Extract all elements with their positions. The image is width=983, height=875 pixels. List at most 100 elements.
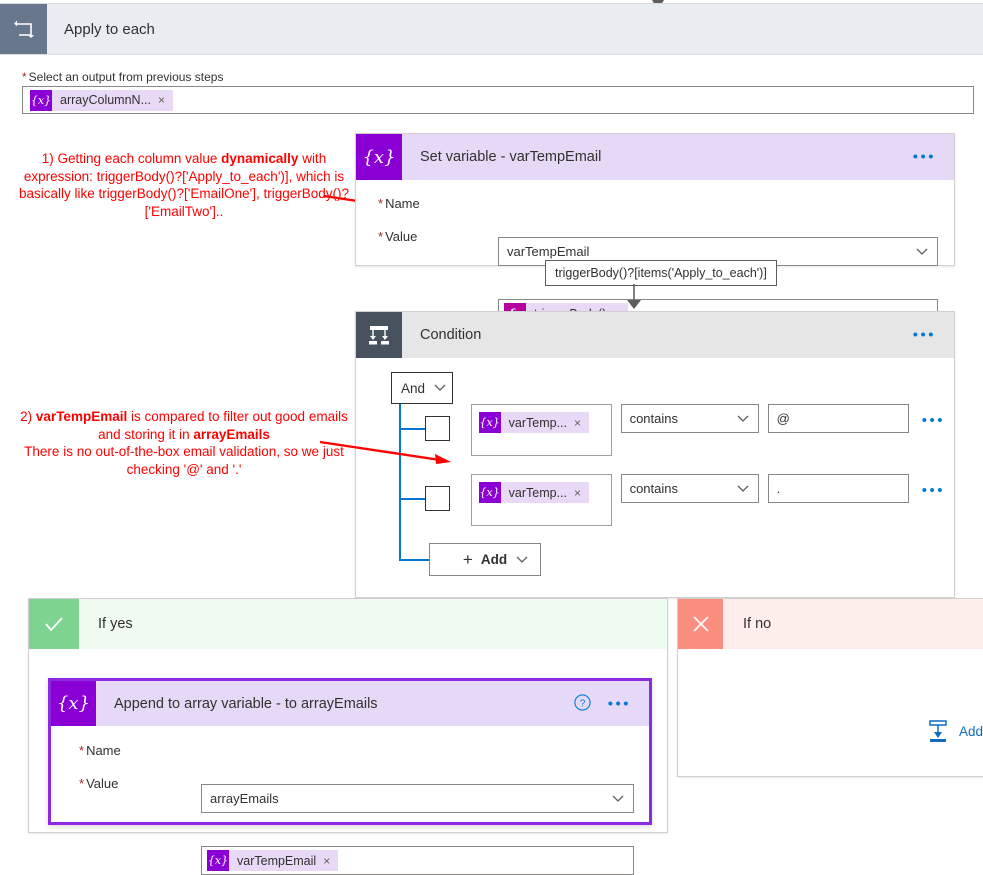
append-to-array-more-menu[interactable]: ••• bbox=[608, 696, 631, 711]
chevron-down-icon[interactable] bbox=[916, 248, 928, 256]
if-no-branch: If no Add a bbox=[677, 598, 983, 777]
condition-logic-operator-dropdown[interactable]: And bbox=[391, 372, 453, 404]
token-label: varTemp... bbox=[508, 415, 567, 430]
condition-more-menu[interactable]: ••• bbox=[913, 328, 936, 343]
note2-rest: There is no out-of-the-box email validat… bbox=[24, 444, 344, 477]
name-label-text: Name bbox=[385, 196, 420, 211]
set-variable-value-label: * Value bbox=[378, 229, 417, 244]
append-value-input[interactable]: {x} varTempEmail × bbox=[201, 846, 634, 875]
required-asterisk: * bbox=[378, 229, 384, 244]
chevron-down-icon[interactable] bbox=[737, 415, 749, 423]
condition-operator-value: contains bbox=[629, 481, 678, 496]
append-to-array-card[interactable]: {x} Append to array variable - to arrayE… bbox=[48, 678, 652, 875]
required-asterisk: * bbox=[79, 776, 85, 791]
variable-glyph: {x} bbox=[56, 693, 91, 714]
required-asterisk: * bbox=[378, 196, 384, 211]
token-label: arrayColumnN... bbox=[60, 93, 151, 107]
variable-icon: {x} bbox=[207, 850, 229, 871]
append-name-value: arrayEmails bbox=[210, 791, 279, 806]
token-label: varTemp... bbox=[508, 485, 567, 500]
condition-operand-input[interactable]: {x} varTemp... × bbox=[470, 474, 612, 526]
loop-icon bbox=[0, 4, 47, 54]
chevron-down-icon[interactable] bbox=[737, 485, 749, 493]
svg-text:?: ? bbox=[580, 698, 586, 709]
annotation-arrow-2 bbox=[319, 440, 451, 464]
remove-token-icon[interactable]: × bbox=[574, 486, 589, 500]
set-variable-name-label: * Name bbox=[378, 196, 420, 211]
append-to-array-title: Append to array variable - to arrayEmail… bbox=[114, 695, 378, 712]
append-name-label: * Name bbox=[79, 743, 121, 758]
chevron-down-icon[interactable] bbox=[612, 795, 624, 803]
vartempemail-token[interactable]: {x} varTemp... × bbox=[478, 482, 590, 503]
remove-token-icon[interactable]: × bbox=[158, 93, 173, 107]
condition-title: Condition bbox=[420, 327, 482, 343]
condition-value-input[interactable]: @ bbox=[767, 404, 909, 433]
add-action-link[interactable]: Add a bbox=[926, 719, 983, 743]
set-variable-header[interactable]: {x} Set variable - varTempEmail ••• bbox=[356, 134, 954, 180]
close-icon bbox=[678, 599, 723, 649]
annotation-note-2: 2) varTempEmail is compared to filter ou… bbox=[14, 408, 354, 478]
set-variable-more-menu[interactable]: ••• bbox=[913, 150, 936, 165]
note2-bold-1: varTempEmail bbox=[35, 409, 128, 424]
condition-value-input[interactable]: . bbox=[767, 474, 909, 503]
remove-token-icon[interactable]: × bbox=[574, 416, 589, 430]
add-condition-label: Add bbox=[480, 552, 508, 567]
append-to-array-header[interactable]: {x} Append to array variable - to arrayE… bbox=[51, 681, 649, 726]
set-variable-card[interactable]: {x} Set variable - varTempEmail ••• * Nam… bbox=[355, 133, 955, 328]
condition-row: {x} varTemp... × contains . ••• bbox=[425, 474, 945, 526]
name-label-text: Name bbox=[86, 743, 121, 758]
condition-row-checkbox[interactable] bbox=[425, 486, 450, 511]
array-column-token[interactable]: {x} arrayColumnN... × bbox=[30, 89, 174, 111]
condition-value-text: @ bbox=[776, 411, 790, 426]
condition-row-more-menu[interactable]: ••• bbox=[922, 483, 945, 498]
value-label-text: Value bbox=[86, 776, 119, 791]
annotation-note-1: 1) Getting each column value dynamically… bbox=[14, 150, 354, 220]
append-value-label: * Value bbox=[79, 776, 118, 791]
add-action-icon bbox=[929, 720, 947, 742]
condition-row-more-menu[interactable]: ••• bbox=[922, 413, 945, 428]
chevron-down-icon[interactable] bbox=[516, 556, 528, 564]
condition-connector-branch-add bbox=[399, 559, 429, 561]
condition-icon bbox=[356, 312, 402, 358]
add-condition-button[interactable]: + Add bbox=[429, 543, 541, 576]
condition-operand-input[interactable]: {x} varTemp... × bbox=[470, 404, 612, 456]
if-no-header: If no bbox=[678, 599, 983, 649]
select-output-label-text: Select an output from previous steps bbox=[28, 70, 224, 84]
if-yes-header: If yes bbox=[29, 599, 667, 649]
required-asterisk: * bbox=[22, 70, 27, 84]
condition-operator-value: contains bbox=[629, 411, 678, 426]
variable-icon: {x} bbox=[356, 134, 402, 180]
note2-bold-2: arrayEmails bbox=[193, 426, 270, 442]
condition-operator-dropdown[interactable]: contains bbox=[620, 474, 759, 503]
select-output-input[interactable]: {x} arrayColumnN... × bbox=[22, 86, 974, 114]
expression-tooltip: triggerBody()?[items('Apply_to_each')] bbox=[545, 260, 777, 286]
logic-operator-value: And bbox=[401, 380, 426, 396]
token-label: varTempEmail bbox=[237, 853, 317, 868]
help-icon[interactable]: ? bbox=[574, 693, 591, 714]
set-variable-title: Set variable - varTempEmail bbox=[420, 149, 602, 165]
vartempemail-token[interactable]: {x} varTempEmail × bbox=[207, 850, 339, 871]
vartempemail-token[interactable]: {x} varTemp... × bbox=[478, 412, 590, 433]
variable-icon: {x} bbox=[30, 89, 52, 111]
note2-prefix: 2) bbox=[20, 409, 36, 424]
condition-connector-branch-2 bbox=[399, 498, 425, 500]
condition-header[interactable]: Condition ••• bbox=[356, 312, 954, 358]
variable-icon: {x} bbox=[478, 482, 501, 503]
variable-icon: {x} bbox=[51, 681, 96, 726]
plus-icon: + bbox=[462, 549, 473, 569]
if-yes-title: If yes bbox=[98, 616, 133, 632]
variable-glyph: {x} bbox=[362, 146, 396, 168]
note1-bold: dynamically bbox=[221, 151, 299, 166]
condition-operator-dropdown[interactable]: contains bbox=[620, 404, 759, 433]
append-name-input[interactable]: arrayEmails bbox=[201, 784, 634, 813]
chevron-down-icon[interactable] bbox=[434, 384, 446, 392]
add-action-label: Add a bbox=[959, 723, 983, 739]
apply-to-each-header[interactable]: Apply to each bbox=[0, 3, 983, 55]
condition-connector-branch-1 bbox=[399, 428, 425, 430]
condition-value-text: . bbox=[776, 481, 781, 496]
variable-icon: {x} bbox=[478, 412, 501, 433]
remove-token-icon[interactable]: × bbox=[323, 854, 338, 868]
apply-to-each-title: Apply to each bbox=[64, 20, 155, 38]
condition-row: {x} varTemp... × contains @ ••• bbox=[425, 404, 945, 456]
required-asterisk: * bbox=[79, 743, 85, 758]
